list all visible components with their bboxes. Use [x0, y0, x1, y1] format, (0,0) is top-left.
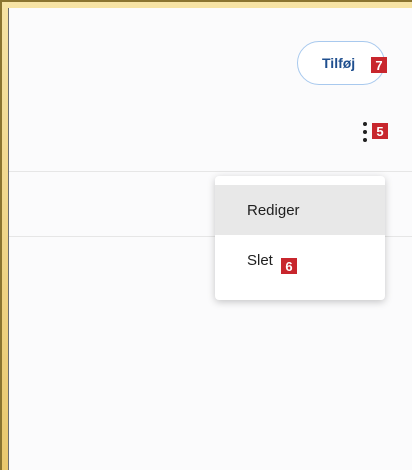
kebab-dot [363, 122, 367, 126]
kebab-dot [363, 130, 367, 134]
kebab-dot [363, 138, 367, 142]
add-button-badge: 7 [371, 57, 387, 73]
context-menu: Rediger Slet [215, 176, 385, 300]
menu-item-edit[interactable]: Rediger [215, 185, 385, 235]
menu-item-delete-label: Slet [247, 251, 273, 269]
row-divider-top [9, 171, 412, 172]
delete-badge: 6 [281, 258, 297, 274]
menu-item-delete[interactable]: Slet [215, 235, 385, 285]
menu-item-edit-label: Rediger [247, 201, 300, 219]
more-options-icon[interactable] [361, 122, 369, 142]
add-button-label: Tilføj [322, 55, 356, 71]
more-options-badge: 5 [372, 123, 388, 139]
